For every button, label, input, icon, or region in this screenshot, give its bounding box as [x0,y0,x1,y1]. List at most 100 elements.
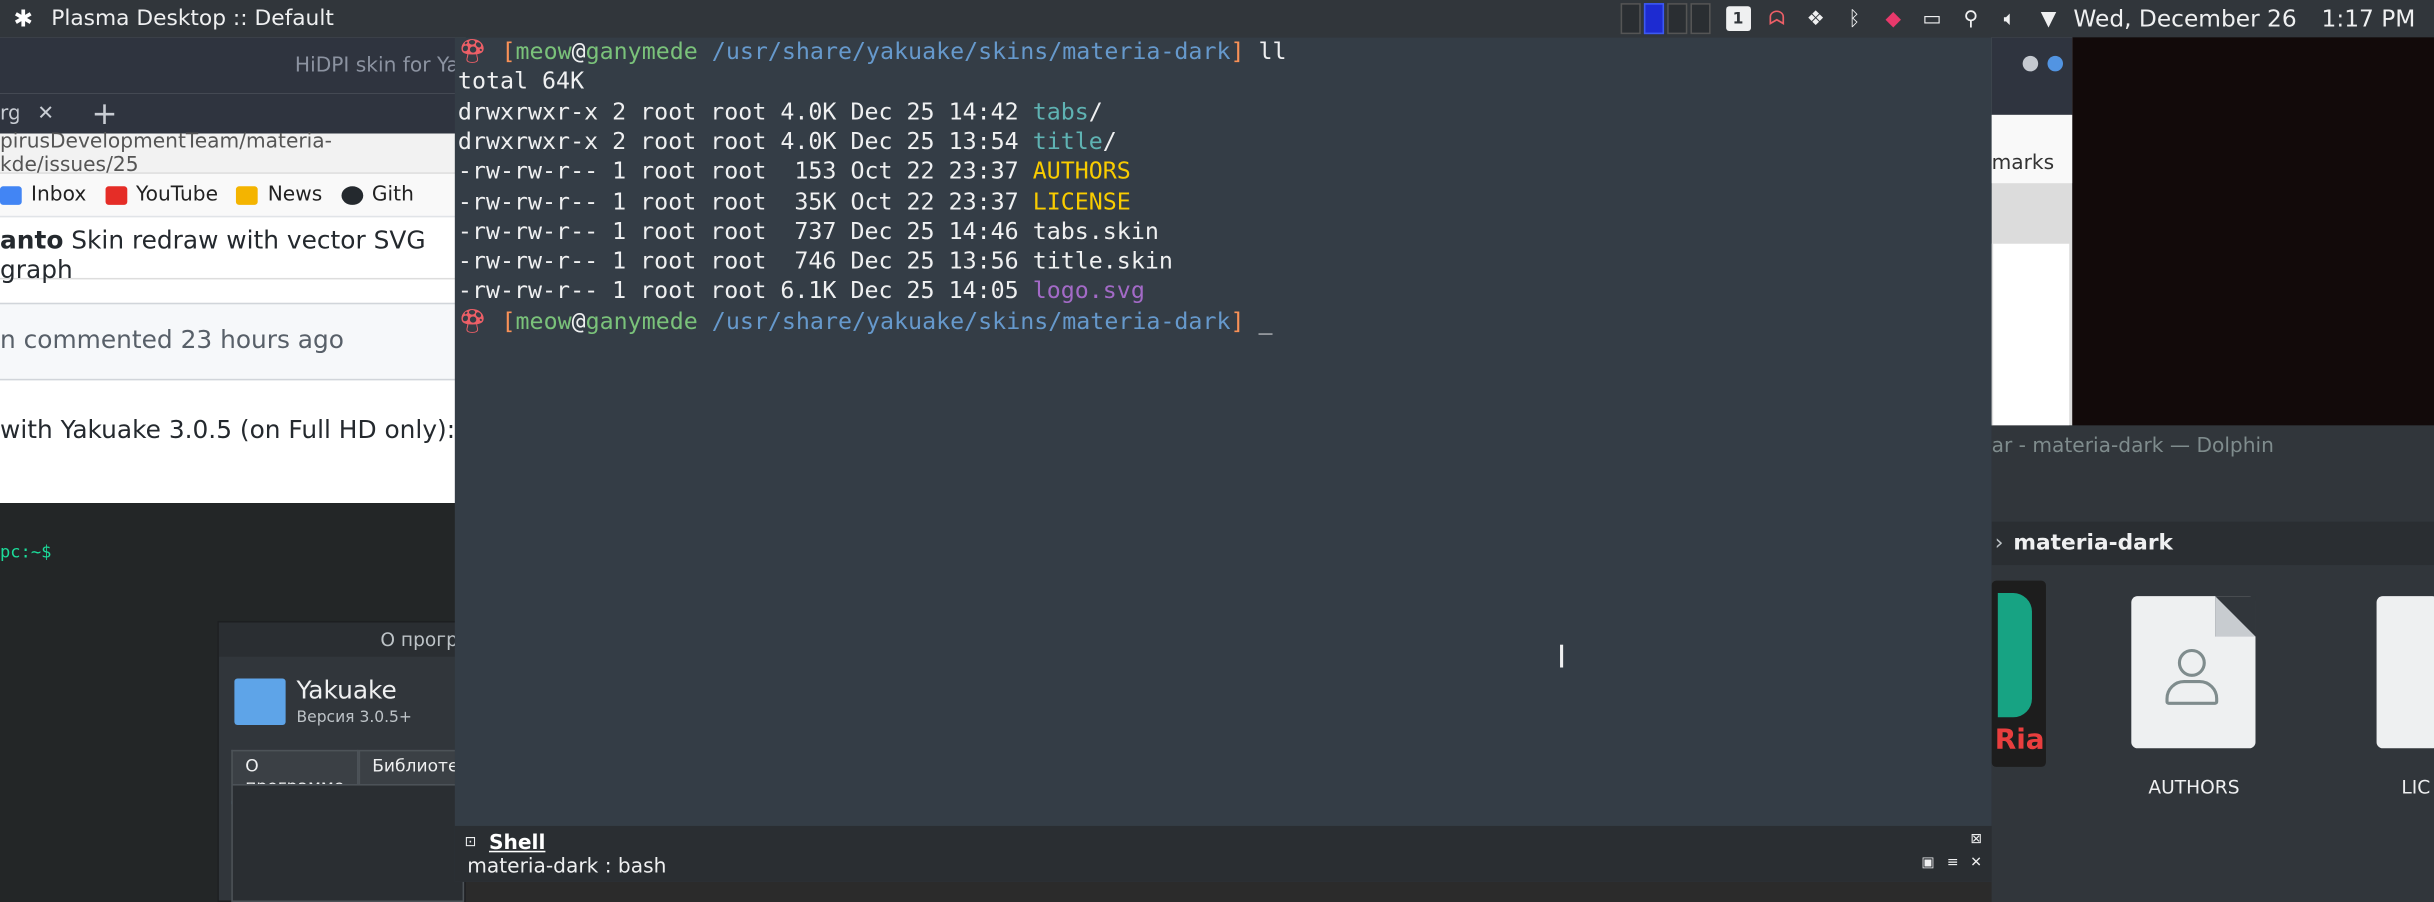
window-button[interactable] [2022,55,2039,72]
desktop: ✱ Plasma Desktop :: Default 1 ᗣ ❖ ᛒ ◆ ▭ … [0,0,2434,902]
entry-name: tabs [1032,97,1089,126]
browser-titlebar[interactable]: HiDPI skin for Yal [0,37,466,94]
terminal-cursor: _ [1258,306,1273,335]
entry-meta: -rw-rw-r-- 1 root root 737 Dec 25 14:46 [457,217,1033,245]
entry-name: LICENSE [1032,187,1131,216]
new-session-icon[interactable]: ⊡ [463,835,479,851]
breadcrumb[interactable]: › materia-dark [1991,521,2434,566]
bookmarks-bar: Inbox YouTube News Gith [0,173,466,218]
yakuake-app-icon [234,678,286,726]
right-browser-titlebar[interactable] [1991,37,2073,115]
clipboard-icon[interactable]: ⚲ [1958,6,1983,31]
listing-entry: drwxrwxr-x 2 root root 4.0K Dec 25 14:42… [458,97,1103,126]
active-window-title: Plasma Desktop :: Default [51,6,334,32]
entry-meta: drwxrwxr-x 2 root root 4.0K Dec 25 14:42 [457,97,1033,126]
comment-body: with Yakuake 3.0.5 (on Full HD only): [0,414,456,445]
wallpaper [2072,37,2434,426]
bookmark-github[interactable]: Gith [340,183,414,206]
dolphin-window: ar - materia-dark — Dolphin › materia-dar… [1991,425,2434,902]
file-label[interactable]: AUTHORS [2148,776,2239,798]
volume-icon[interactable]: 🔈︎ [1997,6,2022,31]
dropbox-icon[interactable]: ❖ [1803,6,1828,31]
github-icon [340,185,363,205]
prompt-user: meow [515,37,572,66]
bracket: [ [501,306,516,335]
mushroom-icon: 🍄︎ [457,37,502,66]
browser-tab-label[interactable]: rg [0,102,19,125]
menu-icon[interactable]: ≡ [1945,855,1961,871]
right-bookmarks-bar: marks [1991,114,2073,184]
listing-entry: drwxrwxr-x 2 root root 4.0K Dec 25 13:54… [458,127,1117,156]
bluetooth-icon[interactable]: ᛒ [1842,6,1867,31]
dolphin-titlebar[interactable]: ar - materia-dark — Dolphin [1992,425,2434,472]
bracket: ] [1230,37,1259,66]
close-session-icon[interactable]: ⊠ [1968,832,1984,848]
tray-expand-icon[interactable]: ▼ [2036,6,2061,31]
file-icon-authors[interactable] [2131,596,2256,749]
listing-entry: -rw-rw-r-- 1 root root 153 Oct 22 23:37 … [458,157,1131,186]
bookmarks-label[interactable]: marks [1992,152,2055,175]
entry-name: AUTHORS [1032,157,1131,186]
entry-meta: -rw-rw-r-- 1 root root 6.1K Dec 25 14:05 [457,276,1033,305]
pager-desktop[interactable] [1666,3,1687,35]
entry-name: tabs.skin [1032,217,1159,245]
file-label[interactable]: LIC [2401,776,2430,798]
clock-time[interactable]: 1:17 PM [2322,5,2416,33]
bookmark-news[interactable]: News [236,183,322,206]
total-line: total 64K [458,67,584,96]
file-icon-license[interactable] [2376,596,2434,749]
logo-text-fragment: Ria [1994,723,2045,757]
ghost-icon[interactable]: ᗣ [1764,6,1789,31]
prompt-host: ganymede [585,306,698,335]
kde-launcher-icon[interactable]: ✱ [0,5,47,33]
pager-desktop[interactable] [1620,3,1641,35]
bookmark-inbox[interactable]: Inbox [0,183,86,206]
issue-title: anto Skin redraw with vector SVG graph [0,217,466,284]
clock-date[interactable]: Wed, December 26 [2073,5,2296,33]
tab-shell[interactable]: Shell [489,832,545,855]
entry-suffix: / [1102,127,1117,156]
entry-meta: -rw-rw-r-- 1 root root 153 Oct 22 23:37 [457,157,1033,186]
display-icon[interactable]: ▭ [1920,6,1945,31]
entry-name: title.skin [1032,246,1173,275]
entry-suffix: / [1088,97,1103,126]
pager-desktop[interactable] [1689,3,1711,35]
person-icon [2177,648,2206,677]
entry-name: title [1032,127,1103,156]
prompt-line: 🍄︎ [meow@ganymede /usr/share/yakuake/ski… [458,37,1287,66]
about-dialog-title[interactable]: О прогр [218,622,465,657]
yakuake-terminal[interactable]: 🍄︎ [meow@ganymede /usr/share/yakuake/ski… [454,37,1992,882]
bracket: [ [501,37,516,66]
mail-icon [0,185,22,205]
logo-file-thumbnail[interactable]: Ria [1991,580,2046,767]
right-browser-content [1991,243,2070,426]
quick-access-icon[interactable]: ▣ [1920,855,1936,871]
prompt-line: 🍄︎ [meow@ganymede /usr/share/yakuake/ski… [458,307,1273,336]
listing-entry: -rw-rw-r-- 1 root root 35K Oct 22 23:37 … [458,187,1131,216]
new-tab-icon[interactable]: + [91,95,117,132]
entry-name: logo.svg [1032,276,1145,305]
about-content [231,784,465,902]
app-name: Yakuake [296,675,397,705]
at-sign: @ [571,37,586,66]
top-panel: ✱ Plasma Desktop :: Default 1 ᗣ ❖ ᛒ ◆ ▭ … [0,0,2434,38]
kde-connect-icon[interactable]: ◆ [1881,6,1906,31]
right-browser-window: marks [1991,37,2073,426]
page-fold [2215,596,2256,637]
yakuake-tab-bar: ⊡ Shell materia-dark : bash ⊠ ▣ ≡ ✕ [454,825,1992,882]
window-button[interactable] [2047,55,2064,72]
notification-count-icon[interactable]: 1 [1725,6,1751,32]
chevron-right-icon: › [1994,530,2004,556]
bookmark-youtube[interactable]: YouTube [104,183,218,206]
prompt-path: /usr/share/yakuake/skins/materia-dark [711,37,1231,66]
url-bar[interactable]: pirusDevelopmentTeam/materia-kde/issues/… [0,130,466,176]
pager-desktop-active[interactable] [1643,3,1664,35]
listing-entry: -rw-rw-r-- 1 root root 6.1K Dec 25 14:05… [458,277,1145,306]
close-icon[interactable]: ✕ [37,102,54,125]
close-icon[interactable]: ✕ [1968,855,1984,871]
entry-meta: -rw-rw-r-- 1 root root 35K Oct 22 23:37 [457,187,1033,216]
listing-entry: -rw-rw-r-- 1 root root 737 Dec 25 14:46 … [458,217,1159,246]
virtual-desktop-pager[interactable] [1620,3,1711,35]
prompt-path: /usr/share/yakuake/skins/materia-dark [711,306,1231,335]
